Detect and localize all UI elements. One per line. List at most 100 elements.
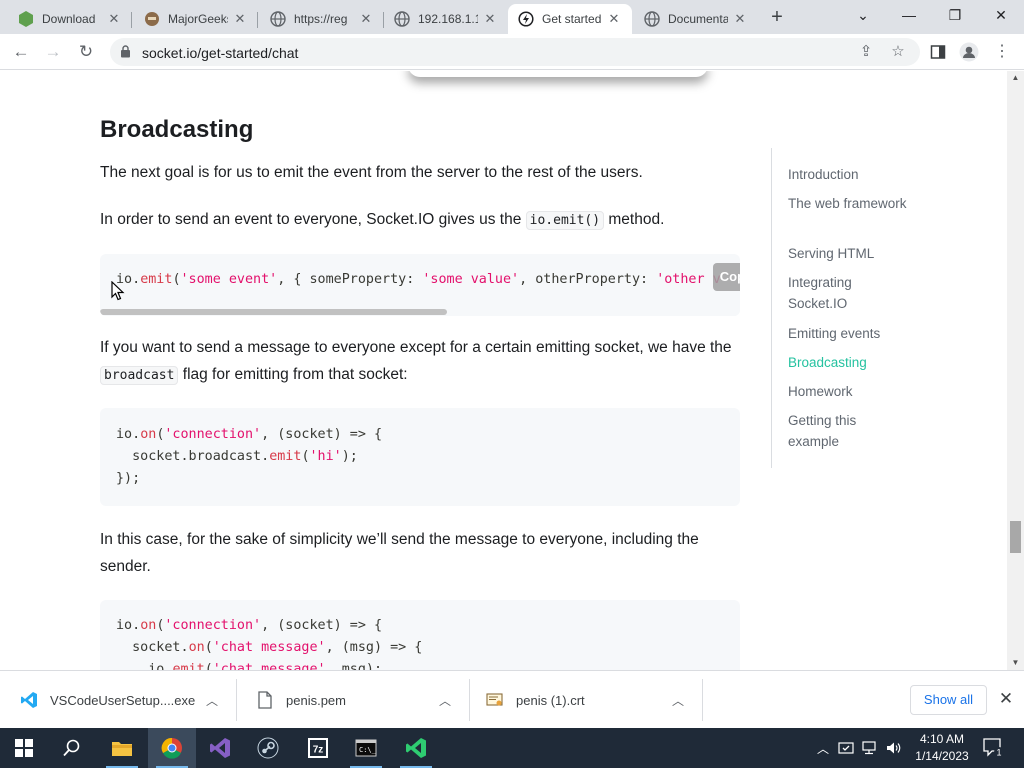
profile-avatar-icon[interactable]: [959, 42, 979, 62]
steam-icon: [257, 737, 279, 759]
side-panel-icon[interactable]: [928, 42, 948, 62]
tab-download[interactable]: Download ✕: [8, 4, 132, 34]
address-bar[interactable]: socket.io/get-started/chat ⇪ ☆: [110, 38, 920, 66]
browser-toolbar: ← → ↻ socket.io/get-started/chat ⇪ ☆ ⋮: [0, 34, 1024, 70]
tray-chevron-up-icon[interactable]: ︿: [814, 728, 832, 768]
new-tab-button[interactable]: +: [764, 6, 790, 28]
bookmark-star-icon[interactable]: ☆: [888, 43, 908, 61]
code-line: io.on('connection', (socket) => {: [116, 618, 383, 633]
menu-kebab-icon[interactable]: ⋮: [992, 42, 1012, 62]
svg-text:1: 1: [996, 748, 1001, 758]
notification-icon: 1: [983, 738, 1004, 758]
search-button[interactable]: [48, 728, 96, 768]
taskbar-terminal[interactable]: C:\_: [342, 728, 390, 768]
toc-item-broadcasting[interactable]: Broadcasting: [788, 352, 908, 373]
downloads-bar: VSCodeUserSetup....exe ︿ penis.pem ︿ pen…: [0, 670, 1024, 728]
scrollbar-thumb[interactable]: [1010, 521, 1021, 553]
svg-text:C:\_: C:\_: [359, 746, 377, 754]
paragraph-goal: The next goal is for us to emit the even…: [100, 164, 643, 181]
close-icon[interactable]: ✕: [232, 11, 248, 27]
close-icon[interactable]: ✕: [106, 11, 122, 27]
url-text: socket.io/get-started/chat: [142, 45, 299, 61]
nodejs-icon: [18, 11, 34, 27]
tab-strip: Download ✕ MajorGeeks ✕ https://reg ✕ 19…: [0, 0, 1024, 34]
back-button[interactable]: ←: [8, 39, 34, 65]
tray-security-icon[interactable]: [836, 728, 856, 768]
inline-code-io-emit: io.emit(): [525, 211, 605, 230]
action-center-button[interactable]: 1: [982, 736, 1004, 758]
taskbar-chrome[interactable]: [148, 728, 196, 768]
taskbar-7zip[interactable]: 7z: [294, 728, 342, 768]
code-line: io.emit('some event', { someProperty: 's…: [116, 272, 721, 287]
code-block-emit[interactable]: io.emit('some event', { someProperty: 's…: [100, 254, 740, 316]
toc-item-web-framework[interactable]: The web framework: [788, 193, 908, 214]
toc-item-introduction[interactable]: Introduction: [788, 164, 908, 185]
scroll-up-arrow-icon[interactable]: ▲: [1007, 71, 1024, 85]
close-icon[interactable]: ✕: [482, 11, 498, 27]
chevron-up-icon[interactable]: ︿: [672, 692, 684, 709]
close-window-button[interactable]: ✕: [978, 0, 1024, 32]
taskbar-steam[interactable]: [244, 728, 292, 768]
certificate-icon: [486, 693, 503, 706]
inline-code-broadcast: broadcast: [100, 366, 179, 385]
close-icon[interactable]: ✕: [606, 11, 622, 27]
code-block-broadcast[interactable]: io.on('connection', (socket) => { socket…: [100, 408, 740, 506]
taskbar-vscode[interactable]: [392, 728, 440, 768]
taskbar-clock[interactable]: 4:10 AM 1/14/2023: [906, 731, 978, 765]
show-all-button[interactable]: Show all: [910, 685, 987, 715]
table-of-contents: Introduction The web framework Serving H…: [771, 148, 921, 468]
tray-network-icon[interactable]: [860, 728, 882, 768]
vscode-icon: [406, 738, 426, 758]
copy-button[interactable]: Copy: [713, 263, 740, 291]
globe-icon: [644, 11, 660, 27]
section-heading: Broadcasting: [100, 116, 254, 143]
download-item-vscode[interactable]: VSCodeUserSetup....exe ︿: [20, 679, 235, 721]
windows-taskbar: 7z C:\_ ︿ 4:10 AM 1/14/2023 1: [0, 728, 1024, 768]
page-vertical-scrollbar[interactable]: ▲ ▼: [1007, 71, 1024, 670]
tab-majorgeeks[interactable]: MajorGeeks ✕: [134, 4, 258, 34]
tab-router[interactable]: 192.168.1.1 ✕: [384, 4, 508, 34]
tray-volume-icon[interactable]: [884, 728, 904, 768]
chevron-up-icon[interactable]: ︿: [439, 692, 451, 709]
toc-item-serving-html[interactable]: Serving HTML: [788, 243, 908, 264]
taskbar-visual-studio[interactable]: [196, 728, 244, 768]
share-icon[interactable]: ⇪: [856, 43, 876, 61]
clock-date: 1/14/2023: [915, 749, 969, 763]
forward-button[interactable]: →: [40, 39, 66, 65]
code-line: socket.on('chat message', (msg) => {: [116, 640, 423, 655]
toc-item-integrating-socketio[interactable]: Integrating Socket.IO: [788, 272, 908, 314]
close-downloads-button[interactable]: ✕: [998, 689, 1014, 709]
close-icon[interactable]: ✕: [732, 11, 748, 27]
download-item-pem[interactable]: penis.pem ︿: [256, 679, 468, 721]
code-horizontal-scrollbar[interactable]: [100, 308, 740, 316]
code-block-chat-message[interactable]: io.on('connection', (socket) => { socket…: [100, 600, 740, 670]
close-icon[interactable]: ✕: [358, 11, 374, 27]
taskbar-file-explorer[interactable]: [98, 728, 146, 768]
mouse-cursor-icon: [111, 281, 125, 301]
download-item-crt[interactable]: penis (1).crt ︿: [486, 679, 700, 721]
reload-button[interactable]: ↻: [73, 39, 99, 65]
tab-documentation[interactable]: Documenta ✕: [634, 4, 758, 34]
windows-logo-icon: [15, 739, 33, 757]
scrollbar-thumb[interactable]: [100, 309, 447, 315]
toc-item-getting-example[interactable]: Getting this example: [788, 410, 908, 452]
tab-search-chevron-icon[interactable]: ⌄: [840, 0, 886, 32]
restore-button[interactable]: ❐: [932, 0, 978, 32]
start-button[interactable]: [0, 728, 48, 768]
chrome-icon: [161, 737, 182, 759]
toc-item-homework[interactable]: Homework: [788, 381, 908, 402]
globe-icon: [394, 11, 410, 27]
tab-get-started[interactable]: Get started ✕: [508, 4, 632, 34]
majorgeeks-icon: [144, 11, 160, 27]
tab-reg[interactable]: https://reg ✕: [260, 4, 384, 34]
svg-text:7z: 7z: [313, 745, 324, 756]
clock-time: 4:10 AM: [919, 732, 965, 746]
chevron-up-icon[interactable]: ︿: [206, 692, 218, 709]
code-line: io.on('connection', (socket) => {: [116, 427, 383, 442]
toc-item-emitting-events[interactable]: Emitting events: [788, 323, 908, 344]
lock-icon: [121, 45, 130, 58]
search-icon: [63, 739, 80, 757]
minimize-button[interactable]: —: [886, 0, 932, 32]
terminal-icon: C:\_: [355, 739, 377, 757]
scroll-down-arrow-icon[interactable]: ▼: [1007, 656, 1024, 670]
